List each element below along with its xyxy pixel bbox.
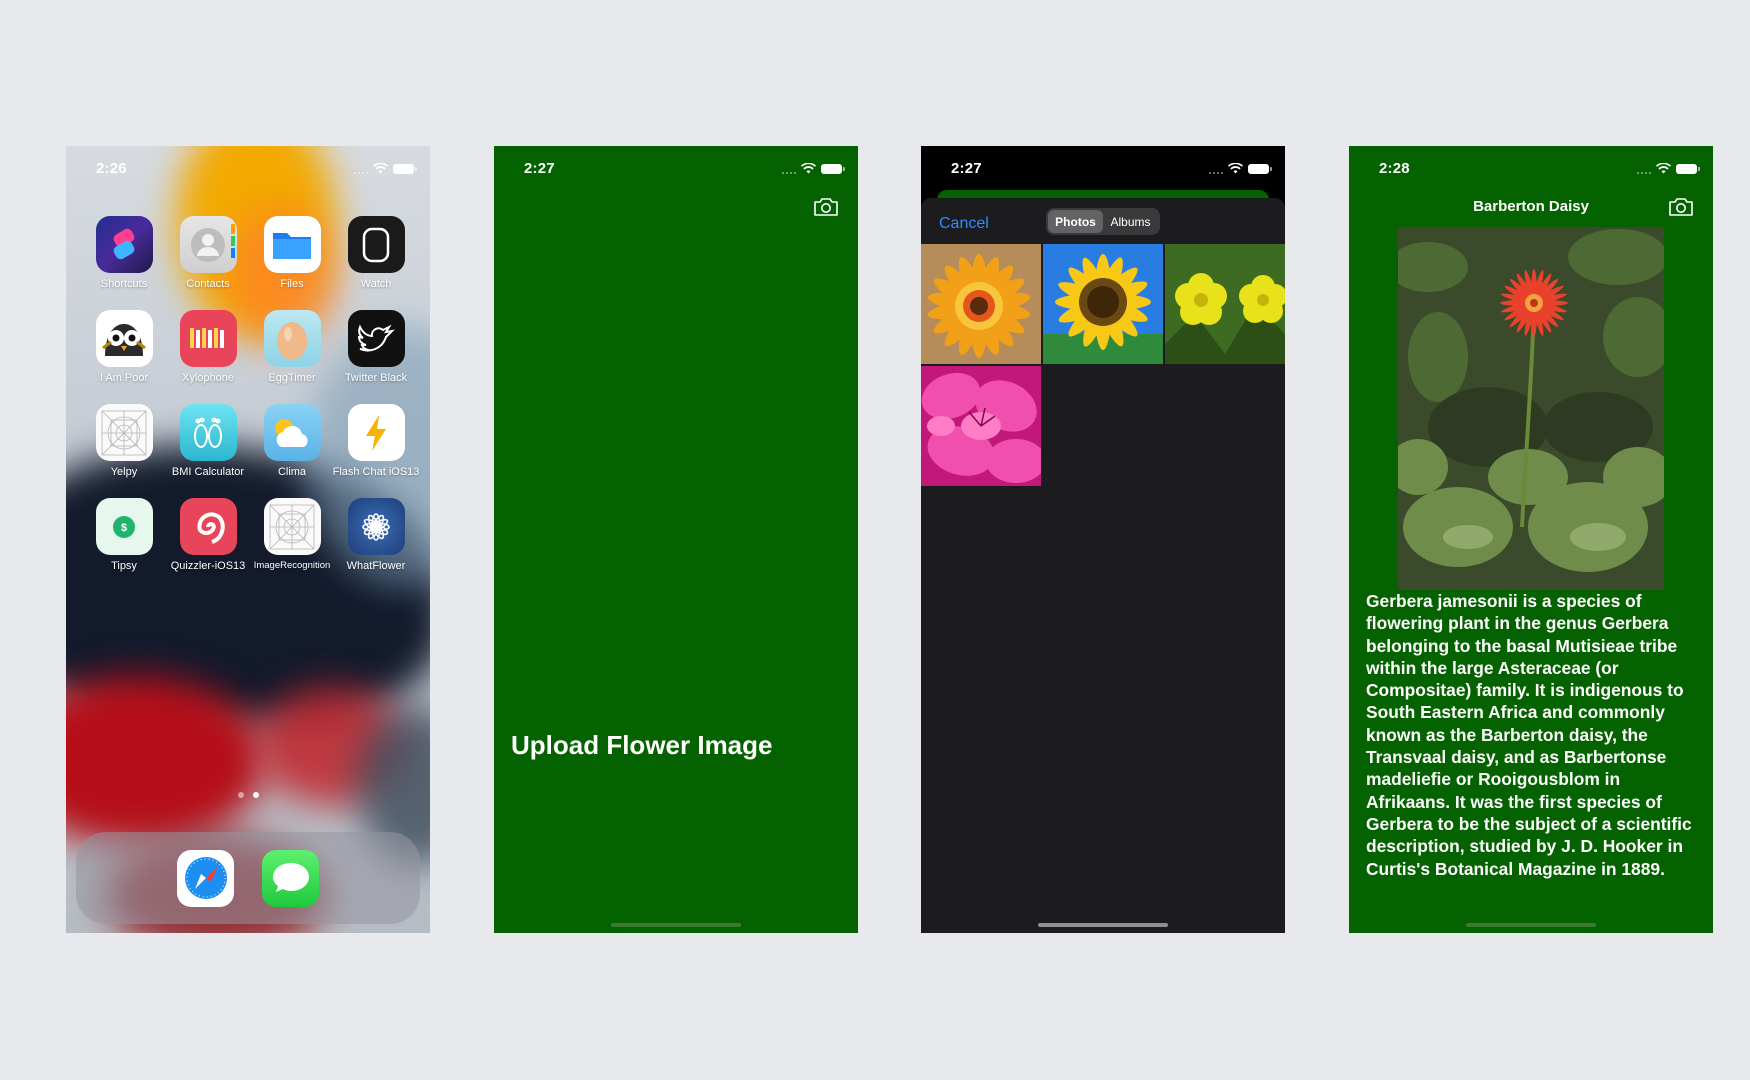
xylophone-icon (179, 310, 237, 367)
cellular-signal-icon (782, 164, 796, 174)
page-dot-active (252, 792, 259, 798)
compass-icon[interactable] (177, 849, 234, 907)
wifi-icon (373, 163, 388, 174)
status-time: 2:26 (96, 160, 127, 177)
upload-title: Upload Flower Image (511, 730, 773, 760)
cellular-signal-icon (1209, 164, 1223, 174)
app-whatflower[interactable]: WhatFlower (334, 498, 418, 572)
status-time: 2:28 (1379, 160, 1410, 177)
home-indicator[interactable] (611, 923, 741, 927)
owl-icon (95, 310, 153, 367)
app-grid-placeholder-icon (95, 404, 153, 461)
cellular-signal-icon (354, 164, 368, 174)
shortcuts-icon (95, 216, 153, 273)
lightning-icon (347, 404, 405, 461)
flower-description: Gerbera jamesonii is a species of flower… (1366, 591, 1692, 879)
photo-thumbnail-pink-azalea[interactable] (921, 366, 1041, 486)
home-indicator[interactable] (1038, 923, 1168, 927)
app-i-am-poor[interactable]: I Am Poor (82, 310, 166, 384)
status-time: 2:27 (524, 160, 555, 177)
app-tipsy[interactable]: $ Tipsy (82, 498, 166, 572)
app-image-recognition[interactable]: ImageRecognition (250, 498, 334, 572)
egg-icon (263, 310, 321, 367)
app-yelpy[interactable]: Yelpy (82, 404, 166, 478)
photo-picker-phone: 2:27 Cancel Photos Albums (921, 146, 1285, 933)
weather-icon (263, 404, 321, 461)
app-quizzler[interactable]: Quizzler-iOS13 (166, 498, 250, 572)
status-bar: 2:27 (921, 146, 1285, 190)
cellular-signal-icon (1637, 164, 1651, 174)
battery-icon (393, 163, 417, 174)
dock (76, 832, 420, 924)
app-files[interactable]: Files (250, 216, 334, 290)
status-bar: 2:28 (1349, 146, 1713, 190)
app-xylophone[interactable]: Xylophone (166, 310, 250, 384)
result-screen-phone: 2:28 Barberton Daisy Gerbera jamesonii i… (1349, 146, 1713, 933)
watch-icon (347, 216, 405, 273)
camera-icon[interactable] (812, 196, 840, 218)
battery-icon (1676, 163, 1700, 174)
app-clima[interactable]: Clima (250, 404, 334, 478)
photo-thumbnail-sunflower[interactable] (1043, 244, 1163, 364)
spiral-icon (179, 498, 237, 555)
nav-title: Barberton Daisy (1473, 198, 1589, 215)
app-contacts[interactable]: Contacts (166, 216, 250, 290)
money-icon: $ (95, 498, 153, 555)
battery-icon (1248, 163, 1272, 174)
app-watch[interactable]: Watch (334, 216, 418, 290)
app-grid: Shortcuts Contacts Files Watch I Am Poor… (82, 216, 419, 572)
bird-icon (347, 310, 405, 367)
photo-picker-sheet: Cancel Photos Albums (921, 198, 1285, 933)
files-icon (263, 216, 321, 273)
app-flash-chat[interactable]: Flash Chat iOS13 (333, 404, 419, 478)
home-indicator[interactable] (1466, 923, 1596, 927)
app-twitter-black[interactable]: Twitter Black (334, 310, 418, 384)
wifi-icon (1228, 163, 1243, 174)
cancel-button[interactable]: Cancel (939, 215, 989, 233)
status-bar: 2:27 (494, 146, 858, 190)
upload-screen-phone: 2:27 Upload Flower Image (494, 146, 858, 933)
app-eggtimer[interactable]: EggTimer (250, 310, 334, 384)
app-shortcuts[interactable]: Shortcuts (82, 216, 166, 290)
battery-icon (821, 163, 845, 174)
photo-thumbnail-orange-daisy[interactable] (921, 244, 1041, 364)
wifi-icon (801, 163, 816, 174)
flower-photo (1398, 227, 1664, 590)
photo-thumbnail-yellow-buttercups[interactable] (1165, 244, 1285, 364)
status-time: 2:27 (951, 160, 982, 177)
flower-icon (347, 498, 405, 555)
camera-icon[interactable] (1667, 196, 1695, 218)
photo-grid (921, 244, 1285, 486)
message-bubble-icon[interactable] (262, 849, 319, 907)
wifi-icon (1656, 163, 1671, 174)
contacts-icon (179, 216, 237, 273)
app-grid-placeholder-icon (263, 498, 321, 555)
home-screen-phone: 2:26 Shortcuts Contacts Files Watch I Am… (66, 146, 430, 933)
footprints-icon (179, 404, 237, 461)
source-segmented-control: Photos Albums (1046, 208, 1160, 235)
segment-photos[interactable]: Photos (1048, 210, 1103, 233)
page-indicator[interactable] (66, 792, 430, 798)
svg-text:$: $ (121, 522, 127, 534)
app-bmi-calculator[interactable]: BMI Calculator (166, 404, 250, 478)
page-dot (237, 792, 244, 798)
status-bar: 2:26 (66, 146, 430, 190)
segment-albums[interactable]: Albums (1103, 210, 1158, 233)
